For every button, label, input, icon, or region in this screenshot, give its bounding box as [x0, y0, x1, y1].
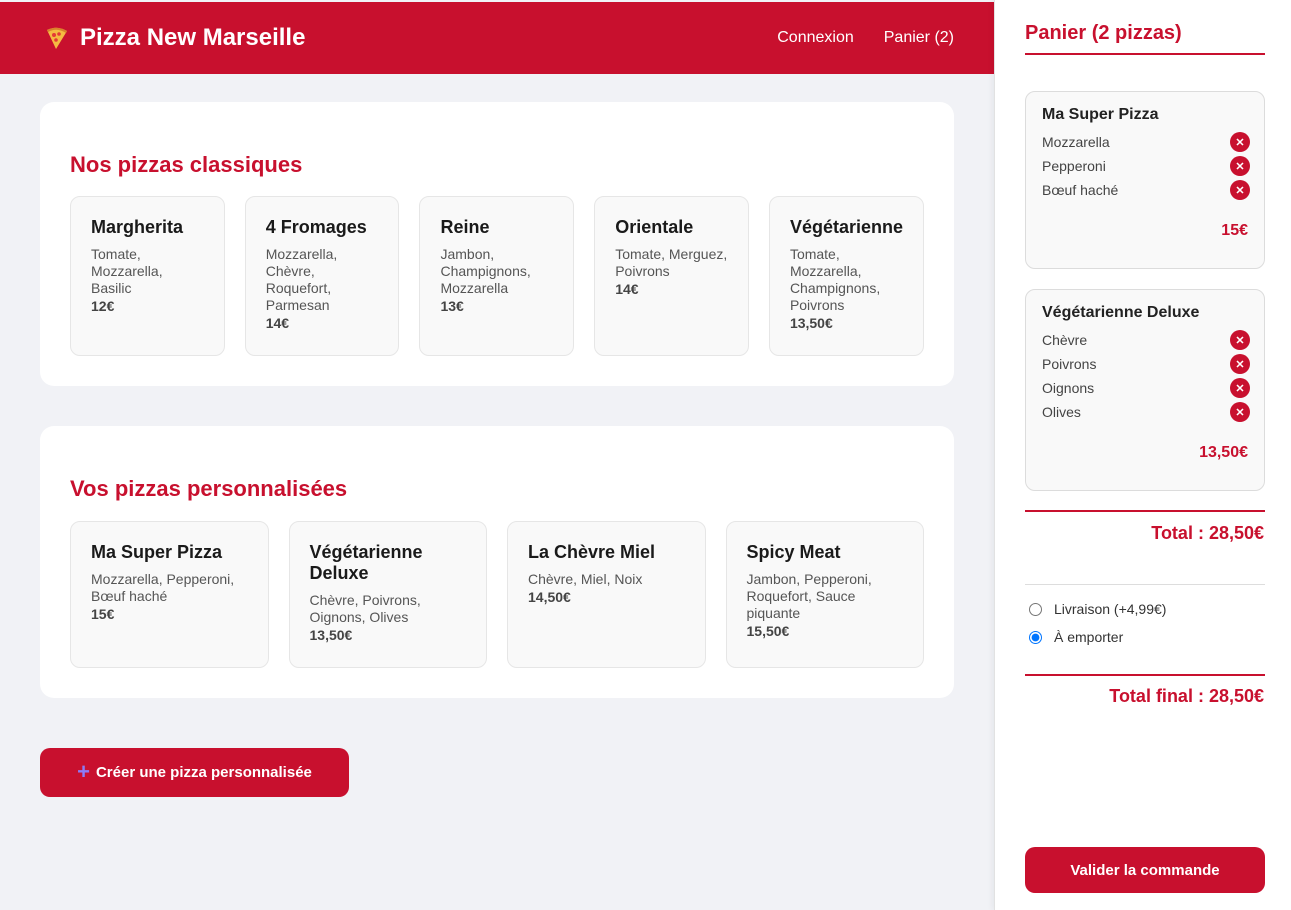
custom-pizza-card[interactable]: Végétarienne Deluxe Chèvre, Poivrons, Oi… [288, 521, 487, 668]
remove-ingredient-icon[interactable]: ✕ [1230, 156, 1250, 176]
cart-total: Total : 28,50€ [1151, 523, 1264, 543]
delivery-option[interactable]: Livraison (+4,99€) [1029, 601, 1166, 617]
pizza-name: Reine [440, 217, 490, 237]
pizza-price: 13,50€ [309, 627, 353, 643]
takeaway-label: À emporter [1054, 629, 1124, 645]
ingredient-label: Oignons [1042, 380, 1095, 396]
pizza-ingredients: Mozzarella, Chèvre, Roquefort, Parmesan [265, 246, 338, 313]
cart-title: Panier (2 pizzas) [1025, 22, 1265, 55]
cart-link[interactable]: Panier (2) [884, 29, 954, 47]
cart-item: Végétarienne Deluxe Chèvre ✕ Poivrons ✕ … [1025, 289, 1265, 491]
login-link[interactable]: Connexion [777, 29, 854, 47]
pizza-ingredients: Chèvre, Poivrons, Oignons, Olives [309, 592, 421, 625]
pizza-name: Spicy Meat [746, 542, 841, 562]
plus-icon: + [77, 758, 90, 784]
pizza-ingredients: Chèvre, Miel, Noix [528, 571, 643, 587]
ingredient-label: Chèvre [1042, 332, 1088, 348]
cart-item-price: 13,50€ [1199, 444, 1248, 461]
cart-ingredient: Bœuf haché ✕ [1042, 178, 1250, 202]
final-total-divider [1025, 674, 1265, 676]
pizza-ingredients: Tomate, Mozzarella, Champignons, Poivron… [789, 246, 881, 313]
brand[interactable]: Pizza New Marseille [44, 24, 305, 52]
pizza-ingredients: Jambon, Pepperoni, Roquefort, Sauce piqu… [746, 571, 872, 621]
cart-sidebar: Panier (2 pizzas) Ma Super Pizza Mozzare… [994, 0, 1291, 910]
pizza-name: Végétarienne [789, 217, 903, 237]
top-header: Pizza New Marseille Connexion Panier (2) [0, 2, 994, 74]
pizza-price: 12€ [91, 298, 115, 314]
pizza-ingredients: Mozzarella, Pepperoni, Bœuf haché [91, 571, 235, 604]
main-nav: Connexion Panier (2) [777, 29, 954, 47]
cart-item-name: Végétarienne Deluxe [1042, 304, 1200, 321]
pizza-card[interactable]: 4 Fromages Mozzarella, Chèvre, Roquefort… [244, 196, 400, 356]
pizza-name: Végétarienne Deluxe [309, 542, 423, 583]
create-custom-pizza-button[interactable]: + Créer une pizza personnalisée [40, 748, 349, 797]
validate-order-button[interactable]: Valider la commande [1025, 847, 1265, 893]
pizza-card[interactable]: Végétarienne Tomate, Mozzarella, Champig… [768, 196, 924, 356]
pizza-slice-icon [47, 27, 67, 49]
cart-ingredient: Oignons ✕ [1042, 376, 1250, 400]
remove-ingredient-icon[interactable]: ✕ [1230, 330, 1250, 350]
custom-pizza-card[interactable]: Spicy Meat Jambon, Pepperoni, Roquefort,… [725, 521, 924, 668]
pizza-price: 15,50€ [746, 623, 790, 639]
remove-ingredient-icon[interactable]: ✕ [1230, 354, 1250, 374]
ingredient-label: Mozzarella [1042, 134, 1110, 150]
pizza-name: La Chèvre Miel [528, 542, 656, 562]
takeaway-radio[interactable] [1029, 630, 1042, 644]
pizza-price: 13,50€ [789, 315, 833, 331]
pizza-card[interactable]: Reine Jambon, Champignons, Mozzarella 13… [419, 196, 575, 356]
total-divider [1025, 510, 1265, 512]
pizza-name: Margherita [91, 217, 184, 237]
remove-ingredient-icon[interactable]: ✕ [1230, 378, 1250, 398]
section-title: Nos pizzas classiques [70, 152, 303, 177]
delivery-label: Livraison (+4,99€) [1054, 601, 1167, 617]
pizza-card[interactable]: Orientale Tomate, Merguez, Poivrons 14€ [594, 196, 749, 356]
pizza-price: 15€ [91, 606, 115, 622]
pizza-name: 4 Fromages [265, 217, 367, 237]
create-button-label: Créer une pizza personnalisée [95, 764, 312, 781]
pizza-price: 13€ [440, 298, 464, 314]
classic-pizzas-section: Nos pizzas classiques Margherita Tomate,… [40, 102, 954, 386]
pizza-price: 14€ [265, 315, 290, 331]
cart-ingredient: Pepperoni ✕ [1042, 154, 1250, 178]
cart-ingredient: Chèvre ✕ [1042, 328, 1250, 352]
section-title: Vos pizzas personnalisées [70, 476, 348, 501]
pizza-grid: Margherita Tomate, Mozzarella, Basilic 1… [70, 196, 924, 356]
pizza-ingredients: Tomate, Mozzarella, Basilic [91, 246, 163, 296]
options-divider [1025, 584, 1265, 585]
pizza-price: 14,50€ [528, 589, 571, 605]
ingredient-label: Bœuf haché [1042, 182, 1119, 198]
final-total: Total final : 28,50€ [1109, 686, 1264, 706]
custom-pizza-card[interactable]: La Chèvre Miel Chèvre, Miel, Noix 14,50€ [507, 521, 706, 668]
cart-item-name: Ma Super Pizza [1042, 106, 1159, 123]
pizza-price: 14€ [615, 281, 639, 297]
cart-ingredient: Poivrons ✕ [1042, 352, 1250, 376]
custom-pizza-card[interactable]: Ma Super Pizza Mozzarella, Pepperoni, Bœ… [70, 521, 269, 668]
pizza-ingredients: Tomate, Merguez, Poivrons [615, 246, 728, 279]
brand-name: Pizza New Marseille [80, 24, 306, 51]
pizza-card[interactable]: Margherita Tomate, Mozzarella, Basilic 1… [70, 196, 225, 356]
custom-pizzas-section: Vos pizzas personnalisées Ma Super Pizza… [40, 426, 954, 698]
remove-ingredient-icon[interactable]: ✕ [1230, 132, 1250, 152]
cart-item: Ma Super Pizza Mozzarella ✕ Pepperoni ✕ … [1025, 91, 1265, 269]
ingredient-label: Olives [1042, 404, 1081, 420]
ingredient-label: Pepperoni [1042, 158, 1106, 174]
remove-ingredient-icon[interactable]: ✕ [1230, 402, 1250, 422]
cart-ingredient: Mozzarella ✕ [1042, 130, 1250, 154]
pizza-ingredients: Jambon, Champignons, Mozzarella [440, 246, 531, 296]
cart-item-price: 15€ [1221, 222, 1248, 239]
ingredient-label: Poivrons [1042, 356, 1097, 372]
takeaway-option[interactable]: À emporter [1029, 629, 1123, 645]
pizza-name: Orientale [615, 217, 694, 237]
cart-ingredient: Olives ✕ [1042, 400, 1250, 424]
remove-ingredient-icon[interactable]: ✕ [1230, 180, 1250, 200]
pizza-name: Ma Super Pizza [91, 542, 223, 562]
delivery-radio[interactable] [1029, 602, 1042, 616]
pizza-grid: Ma Super Pizza Mozzarella, Pepperoni, Bœ… [70, 521, 924, 668]
